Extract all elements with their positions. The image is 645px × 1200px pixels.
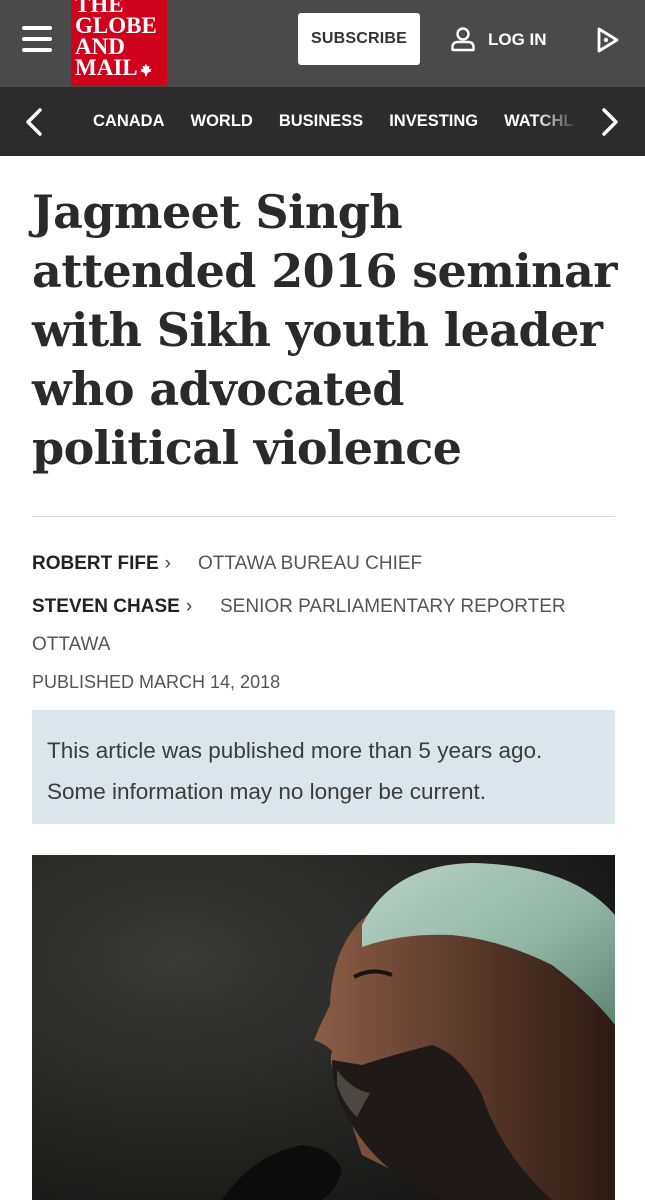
login-label: LOG IN <box>488 30 547 49</box>
nav-item-canada[interactable]: CANADA <box>80 87 178 156</box>
author-role: SENIOR PARLIAMENTARY REPORTER <box>220 596 566 617</box>
nav-fade <box>535 87 585 156</box>
article-photo[interactable] <box>32 855 615 1200</box>
portrait-image <box>32 855 615 1200</box>
chevron-right-icon[interactable] <box>598 107 622 137</box>
subscribe-button[interactable]: SUBSCRIBE <box>298 13 420 65</box>
logo-line: MAIL <box>75 55 138 80</box>
hamburger-icon <box>22 26 52 30</box>
logo-line: AND <box>75 34 125 59</box>
logo-line: GLOBE <box>75 13 157 38</box>
globe-and-mail-logo[interactable]: THE GLOBE AND MAIL <box>71 0 167 86</box>
chevron-left-icon[interactable] <box>22 107 46 137</box>
play-icon[interactable] <box>595 26 621 54</box>
published-date: PUBLISHED MARCH 14, 2018 <box>32 672 281 692</box>
site-header: THE GLOBE AND MAIL SUBSCRIBE LOG IN <box>0 0 645 87</box>
section-nav: CANADAWORLDBUSINESSINVESTINGWATCHL <box>0 87 645 156</box>
byline-author: STEVEN CHASE › SENIOR PARLIAMENTARY REPOR… <box>32 592 566 622</box>
archive-notice: This article was published more than 5 y… <box>32 710 615 824</box>
article-headline: Jagmeet Singh attended 2016 seminar with… <box>32 185 617 475</box>
notice-text: This article was published more than 5 y… <box>47 738 543 763</box>
nav-item-investing[interactable]: INVESTING <box>376 87 491 156</box>
divider <box>32 516 615 517</box>
login-button[interactable]: LOG IN <box>450 22 560 56</box>
nav-item-business[interactable]: BUSINESS <box>266 87 376 156</box>
menu-button[interactable] <box>22 24 54 54</box>
maple-leaf-icon <box>140 63 152 77</box>
notice-text: Some information may no longer be curren… <box>47 779 486 804</box>
hamburger-icon-bar <box>22 48 52 52</box>
author-name: STEVEN CHASE <box>32 596 180 617</box>
chevron-right-icon: › <box>185 596 193 617</box>
person-icon <box>451 27 475 52</box>
hamburger-icon-bar <box>22 37 52 41</box>
byline-author: ROBERT FIFE › OTTAWA BUREAU CHIEF <box>32 549 422 579</box>
nav-item-world[interactable]: WORLD <box>178 87 266 156</box>
chevron-right-icon: › <box>164 553 171 574</box>
author-link-robert-fife[interactable]: ROBERT FIFE › <box>32 553 171 574</box>
author-name: ROBERT FIFE <box>32 553 159 574</box>
dateline: OTTAWA <box>32 634 111 655</box>
author-link-steven-chase[interactable]: STEVEN CHASE › <box>32 596 192 617</box>
nav-items: CANADAWORLDBUSINESSINVESTINGWATCHL <box>80 87 580 156</box>
author-role: OTTAWA BUREAU CHIEF <box>198 553 423 574</box>
